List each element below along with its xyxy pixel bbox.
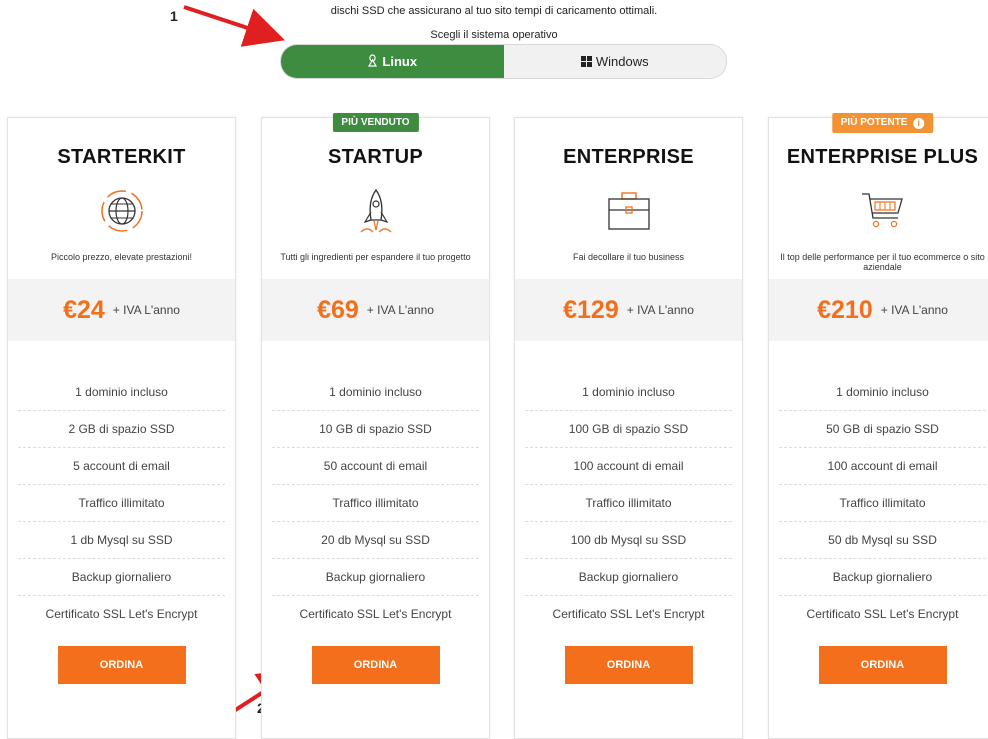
plan-card-enterprise: ENTERPRISE Fai decollare il tuo business…	[514, 117, 743, 739]
feature-item: 20 db Mysql su SSD	[272, 522, 479, 559]
order-button-enterprise-plus[interactable]: ORDINA	[818, 646, 947, 684]
price-band: €129 + IVA L'anno	[515, 279, 742, 341]
feature-item: 1 dominio incluso	[272, 374, 479, 411]
feature-item: Certificato SSL Let's Encrypt	[806, 607, 959, 621]
best-seller-badge: PIÙ VENDUTO	[332, 113, 419, 132]
plan-card-enterprise-plus: PIÙ POTENTE i ENTERPRISE PLUS Il top del…	[768, 113, 988, 739]
plan-price: €210	[817, 295, 873, 324]
briefcase-icon	[604, 186, 654, 236]
plan-price: €24	[63, 295, 105, 324]
feature-item: 1 dominio incluso	[525, 374, 732, 411]
plan-tagline: Il top delle performance per il tuo ecom…	[780, 252, 985, 272]
feature-item: Certificato SSL Let's Encrypt	[299, 607, 452, 621]
feature-item: 50 db Mysql su SSD	[779, 522, 986, 559]
order-button-starterkit[interactable]: ORDINA	[57, 646, 186, 684]
feature-item: Traffico illimitato	[272, 485, 479, 522]
plan-price: €129	[563, 295, 619, 324]
price-band: €210 + IVA L'anno	[769, 279, 988, 341]
price-suffix: + IVA L'anno	[880, 303, 948, 317]
feature-item: 100 account di email	[779, 448, 986, 485]
annotation-number-1: 1	[170, 8, 178, 24]
plan-price: €69	[317, 295, 359, 324]
feature-item: Backup giornaliero	[18, 559, 225, 596]
plan-card-startup: PIÙ VENDUTO STARTUP Tutti gli ingredient…	[261, 113, 490, 739]
feature-item: Traffico illimitato	[525, 485, 732, 522]
feature-item: 10 GB di spazio SSD	[272, 411, 479, 448]
plan-tagline: Piccolo prezzo, elevate prestazioni!	[50, 252, 193, 262]
feature-item: Certificato SSL Let's Encrypt	[45, 607, 198, 621]
feature-item: 5 account di email	[18, 448, 225, 485]
cart-icon	[858, 186, 908, 236]
order-button-startup[interactable]: ORDINA	[311, 646, 440, 684]
feature-item: Backup giornaliero	[272, 559, 479, 596]
order-button-enterprise[interactable]: ORDINA	[564, 646, 693, 684]
feature-item: 100 account di email	[525, 448, 732, 485]
price-suffix: + IVA L'anno	[112, 303, 180, 317]
price-band: €69 + IVA L'anno	[262, 279, 489, 341]
feature-item: 100 db Mysql su SSD	[525, 522, 732, 559]
feature-item: 1 dominio incluso	[779, 374, 986, 411]
price-suffix: + IVA L'anno	[366, 303, 434, 317]
feature-item: Backup giornaliero	[779, 559, 986, 596]
feature-item: 1 db Mysql su SSD	[18, 522, 225, 559]
most-powerful-badge: PIÙ POTENTE i	[831, 113, 934, 133]
feature-list: 1 dominio incluso 50 GB di spazio SSD 10…	[779, 374, 986, 632]
plan-name: STARTUP	[327, 146, 424, 168]
feature-list: 1 dominio incluso 100 GB di spazio SSD 1…	[525, 374, 732, 632]
feature-item: Certificato SSL Let's Encrypt	[552, 607, 705, 621]
globe-icon	[97, 186, 147, 236]
plan-tagline: Tutti gli ingredienti per espandere il t…	[280, 252, 471, 262]
feature-item: 2 GB di spazio SSD	[18, 411, 225, 448]
feature-item: 50 GB di spazio SSD	[779, 411, 986, 448]
rocket-icon	[351, 186, 401, 236]
feature-list: 1 dominio incluso 2 GB di spazio SSD 5 a…	[18, 374, 225, 632]
feature-item: Traffico illimitato	[18, 485, 225, 522]
feature-list: 1 dominio incluso 10 GB di spazio SSD 50…	[272, 374, 479, 632]
plan-name: STARTERKIT	[57, 146, 186, 168]
plan-tagline: Fai decollare il tuo business	[572, 252, 685, 262]
plan-name: ENTERPRISE	[563, 146, 694, 168]
badge-label: PIÙ POTENTE	[840, 117, 908, 128]
feature-item: 50 account di email	[272, 448, 479, 485]
feature-item: Backup giornaliero	[525, 559, 732, 596]
plan-name: ENTERPRISE PLUS	[786, 146, 979, 168]
feature-item: 100 GB di spazio SSD	[525, 411, 732, 448]
feature-item: 1 dominio incluso	[18, 374, 225, 411]
price-band: €24 + IVA L'anno	[8, 279, 235, 341]
info-icon[interactable]: i	[913, 118, 925, 129]
feature-item: Traffico illimitato	[779, 485, 986, 522]
price-suffix: + IVA L'anno	[626, 303, 694, 317]
plan-card-starterkit: STARTERKIT Piccolo prezzo, elevate prest…	[7, 117, 236, 739]
